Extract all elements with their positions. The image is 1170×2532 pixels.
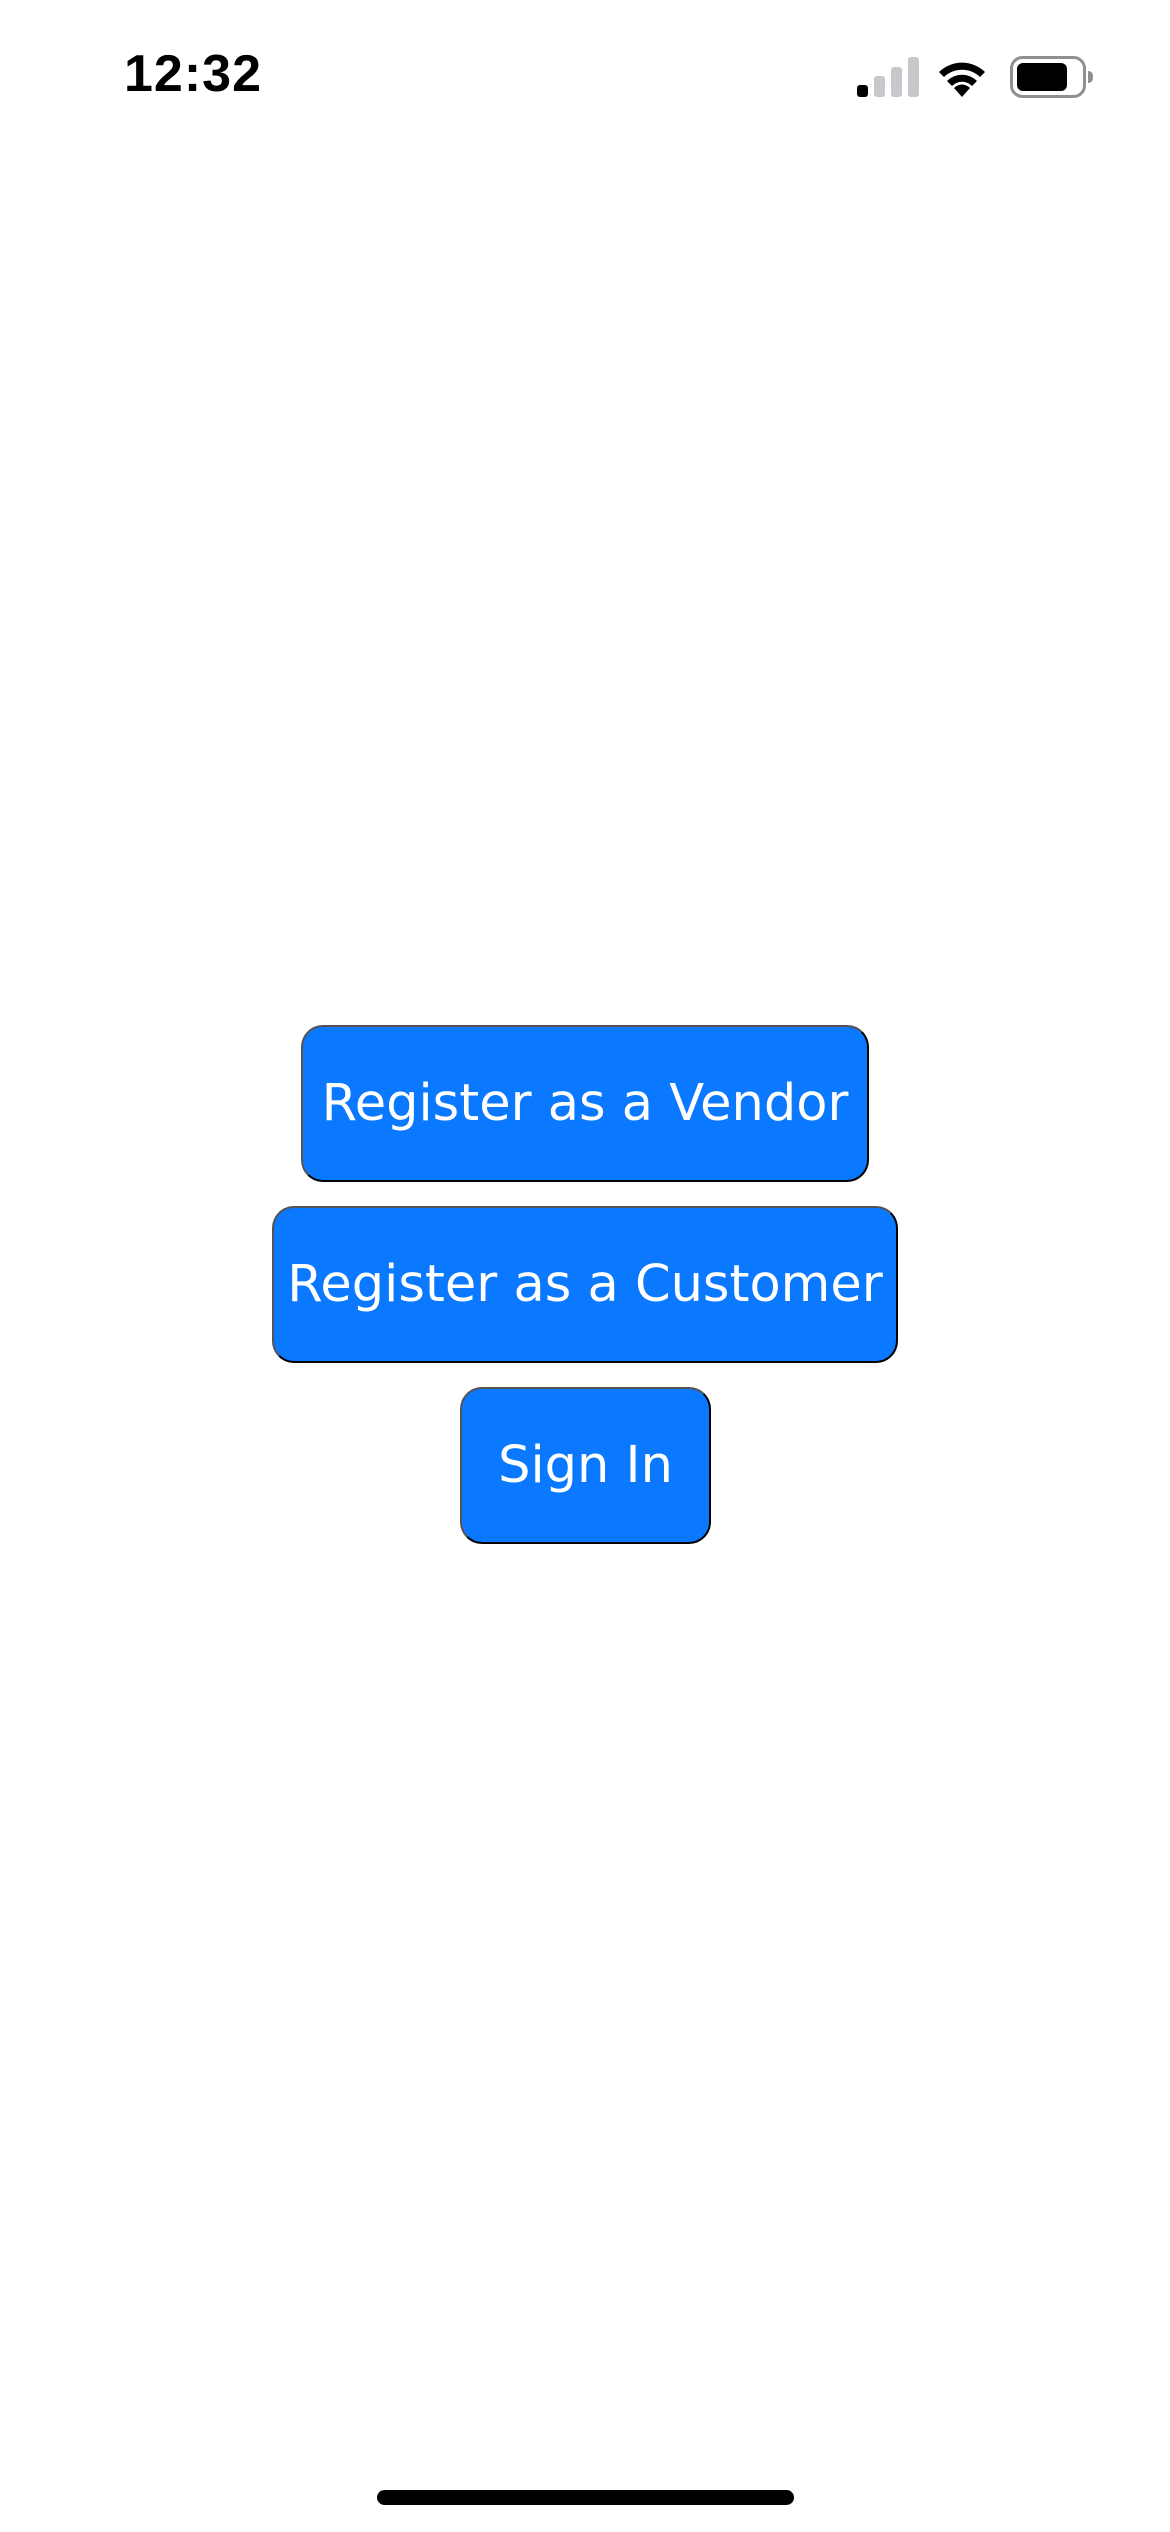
battery-icon (1010, 56, 1093, 98)
signal-bar-4 (908, 57, 919, 97)
cellular-signal-icon (857, 57, 919, 97)
sign-in-button[interactable]: Sign In (460, 1387, 711, 1544)
signal-bar-1 (857, 85, 868, 97)
app-screen: 12:32 Register as a Vendor Register as a… (0, 0, 1170, 2532)
status-time: 12:32 (124, 45, 262, 103)
signal-bar-3 (891, 67, 902, 97)
signal-bar-2 (874, 76, 885, 97)
home-indicator[interactable] (377, 2490, 794, 2505)
battery-fill (1017, 63, 1067, 91)
status-bar: 12:32 (0, 0, 1170, 150)
wifi-icon (939, 62, 985, 97)
register-vendor-button[interactable]: Register as a Vendor (301, 1025, 869, 1182)
register-customer-button[interactable]: Register as a Customer (272, 1206, 898, 1363)
